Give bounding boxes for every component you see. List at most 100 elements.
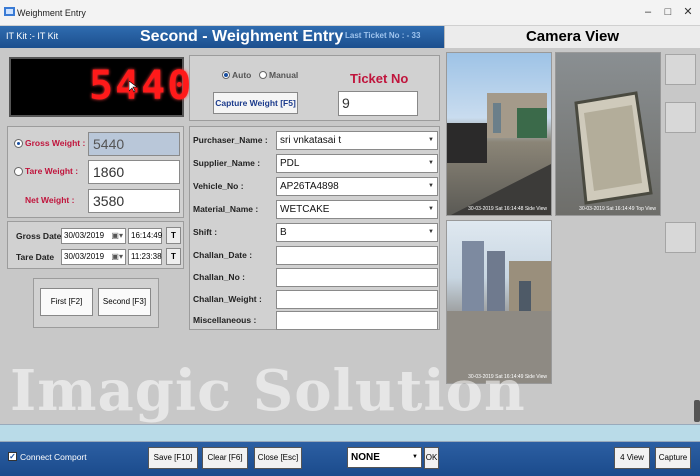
chevron-down-icon[interactable]: ▼ <box>428 160 434 166</box>
ok-button[interactable]: OK <box>424 447 439 469</box>
purchaser-value: sri vnkatasai t <box>280 135 342 146</box>
chevron-down-icon[interactable]: ▼ <box>428 137 434 143</box>
material-select[interactable]: WETCAKE ▼ <box>276 200 438 219</box>
dates-panel: Gross Date 30/03/2019 ▣▾ 16:14:49 T Tare … <box>7 221 184 269</box>
gross-time-button[interactable]: T <box>166 227 181 244</box>
tare-date-label: Tare Date <box>16 252 55 262</box>
gross-date-row: Gross Date 30/03/2019 ▣▾ 16:14:49 T <box>8 226 185 246</box>
vehicle-select[interactable]: AP26TA4898 ▼ <box>276 177 438 196</box>
challan-weight-label: Challan_Weight : <box>193 294 262 304</box>
camera-1-scene <box>447 93 551 215</box>
save-button[interactable]: Save [F10] <box>148 447 198 469</box>
weights-panel: Gross Weight : 5440 Tare Weight : 1860 N… <box>7 126 184 218</box>
challan-weight-row: Challan_Weight : <box>190 288 441 309</box>
challan-weight-field[interactable] <box>276 290 438 309</box>
calendar-icon[interactable]: ▣▾ <box>111 231 123 240</box>
bottom-toolbar: ✓ Connect Comport Save [F10] Clear [F6] … <box>0 442 700 476</box>
weighment-window: Weighment Entry – □ ✕ IT Kit :- IT Kit S… <box>0 0 700 476</box>
supplier-value: PDL <box>280 158 300 169</box>
tare-time-button[interactable]: T <box>166 248 181 265</box>
auto-radio[interactable] <box>222 71 230 79</box>
shift-row: Shift : B ▼ <box>190 221 441 242</box>
gross-date-label: Gross Date <box>16 231 62 241</box>
vehicle-value: AP26TA4898 <box>280 181 339 192</box>
purchaser-label: Purchaser_Name : <box>193 135 268 145</box>
challan-date-row: Challan_Date : <box>190 244 441 265</box>
camera-slot-2[interactable] <box>665 102 696 133</box>
gross-weight-row: Gross Weight : 5440 <box>8 132 185 156</box>
gross-date-picker[interactable]: 30/03/2019 ▣▾ <box>61 228 126 244</box>
challan-no-row: Challan_No : <box>190 266 441 287</box>
capture-weight-button[interactable]: Capture Weight [F5] <box>213 92 298 114</box>
chevron-down-icon[interactable]: ▼ <box>412 454 418 460</box>
weighment-type-panel: First [F2] Second [F3] <box>33 278 159 328</box>
connect-comport-checkbox[interactable]: ✓ <box>8 452 17 461</box>
camera-1-timestamp: 30-03-2019 Sat 16:14:48 Side View <box>468 206 547 212</box>
minimize-icon[interactable]: – <box>640 4 656 20</box>
entry-form: Purchaser_Name : sri vnkatasai t ▼ Suppli… <box>189 126 440 330</box>
tare-weight-row: Tare Weight : 1860 <box>8 160 185 184</box>
gross-date-value: 30/03/2019 <box>64 231 105 240</box>
challan-no-label: Challan_No : <box>193 272 245 282</box>
purchaser-select[interactable]: sri vnkatasai t ▼ <box>276 131 438 150</box>
four-view-button[interactable]: 4 View <box>614 447 650 469</box>
manual-label: Manual <box>269 70 299 80</box>
supplier-row: Supplier_Name : PDL ▼ <box>190 152 441 173</box>
net-weight-row: Net Weight : 3580 <box>8 189 185 213</box>
challan-date-field[interactable] <box>276 246 438 265</box>
calendar-icon[interactable]: ▣▾ <box>111 252 123 261</box>
camera-slot-1[interactable] <box>665 54 696 85</box>
camera-feed-2[interactable]: 30-03-2019 Sat 16:14:49 Top View <box>555 52 661 216</box>
capture-button[interactable]: Capture <box>655 447 691 469</box>
challan-no-field[interactable] <box>276 268 438 287</box>
gross-weight-radio[interactable] <box>14 139 23 148</box>
shift-value: B <box>280 227 287 238</box>
camera-2-scene <box>574 91 653 205</box>
close-button[interactable]: Close [Esc] <box>254 447 302 469</box>
net-weight-field[interactable]: 3580 <box>88 189 180 213</box>
tare-date-row: Tare Date 30/03/2019 ▣▾ 11:23:38 T <box>8 247 185 267</box>
supplier-label: Supplier_Name : <box>193 158 261 168</box>
window-title: Weighment Entry <box>17 8 86 18</box>
chevron-down-icon[interactable]: ▼ <box>428 229 434 235</box>
entry-header: IT Kit :- IT Kit Second - Weighment Entr… <box>0 26 444 48</box>
scrollbar-thumb[interactable] <box>694 400 700 422</box>
gross-time-field[interactable]: 16:14:49 <box>128 228 162 244</box>
vehicle-row: Vehicle_No : AP26TA4898 ▼ <box>190 175 441 196</box>
tare-time-field[interactable]: 11:23:38 <box>128 249 162 265</box>
net-weight-label: Net Weight : <box>25 195 75 205</box>
page-title: Second - Weighment Entry <box>140 28 344 45</box>
tare-weight-radio[interactable] <box>14 167 23 176</box>
tare-date-value: 30/03/2019 <box>64 252 105 261</box>
port-select-value: NONE <box>351 452 380 463</box>
ticket-no-field[interactable]: 9 <box>338 91 418 116</box>
clear-button[interactable]: Clear [F6] <box>202 447 248 469</box>
miscellaneous-field[interactable] <box>276 311 438 330</box>
camera-feed-1[interactable]: 30-03-2019 Sat 16:14:48 Side View <box>446 52 552 216</box>
close-icon[interactable]: ✕ <box>680 4 696 20</box>
supplier-select[interactable]: PDL ▼ <box>276 154 438 173</box>
camera-slot-3[interactable] <box>665 222 696 253</box>
tare-date-picker[interactable]: 30/03/2019 ▣▾ <box>61 249 126 265</box>
first-weighment-button[interactable]: First [F2] <box>40 288 93 316</box>
miscellaneous-row: Miscellaneous : <box>190 309 441 330</box>
camera-2-timestamp: 30-03-2019 Sat 16:14:49 Top View <box>579 206 656 212</box>
port-select[interactable]: NONE ▼ <box>347 447 422 468</box>
shift-label: Shift : <box>193 227 218 237</box>
title-bar: Weighment Entry – □ ✕ <box>0 0 700 26</box>
chevron-down-icon[interactable]: ▼ <box>428 183 434 189</box>
mouse-cursor-icon <box>129 81 138 93</box>
status-strip <box>0 424 700 442</box>
maximize-icon[interactable]: □ <box>660 4 676 20</box>
tare-weight-field[interactable]: 1860 <box>88 160 180 184</box>
gross-weight-label: Gross Weight : <box>25 138 86 148</box>
shift-select[interactable]: B ▼ <box>276 223 438 242</box>
weight-display: 5440 <box>9 57 191 117</box>
chevron-down-icon[interactable]: ▼ <box>428 206 434 212</box>
gross-weight-field[interactable]: 5440 <box>88 132 180 156</box>
material-row: Material_Name : WETCAKE ▼ <box>190 198 441 219</box>
manual-radio[interactable] <box>259 71 267 79</box>
second-weighment-button[interactable]: Second [F3] <box>98 288 151 316</box>
ticket-no-label: Ticket No <box>350 71 409 86</box>
camera-header: Camera View <box>444 26 700 48</box>
